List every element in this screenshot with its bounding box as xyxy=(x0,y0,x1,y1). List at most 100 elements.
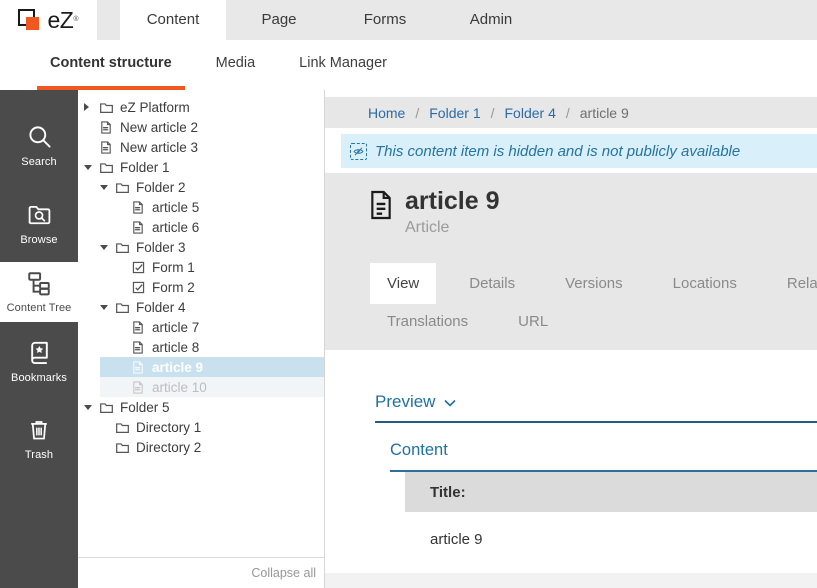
collapse-all-button[interactable]: Collapse all xyxy=(78,557,324,588)
sidebar-item-label: Search xyxy=(21,156,56,168)
topnav-tab-content[interactable]: Content xyxy=(120,0,226,40)
collapse-arrow-icon[interactable] xyxy=(84,405,99,410)
article-icon xyxy=(99,140,115,155)
tree-item-label: Folder 1 xyxy=(120,160,170,175)
article-icon xyxy=(131,220,147,235)
tree-indent xyxy=(84,277,100,297)
tree-item-new-article-2[interactable]: New article 2 xyxy=(78,117,324,137)
tree-item-inner: Directory 1 xyxy=(84,417,324,437)
tree-item-label: Folder 5 xyxy=(120,400,170,415)
tree-item-folder-3[interactable]: Folder 3 xyxy=(78,237,324,257)
breadcrumb-separator: / xyxy=(566,105,570,121)
tree-indent xyxy=(84,177,100,197)
top-tabs: Content Page Forms Admin xyxy=(120,0,544,40)
collapse-arrow-icon[interactable] xyxy=(84,165,99,170)
hidden-notice-text: This content item is hidden and is not p… xyxy=(375,143,740,160)
hidden-eye-icon xyxy=(350,143,367,160)
tree-item-article-7[interactable]: article 7 xyxy=(78,317,324,337)
tree-item-label: article 7 xyxy=(152,320,199,335)
sidebar-item-browse[interactable]: Browse xyxy=(0,184,78,262)
article-icon xyxy=(99,120,115,135)
breadcrumb-link-folder-4[interactable]: Folder 4 xyxy=(505,105,556,121)
sidebar-item-label: Browse xyxy=(20,234,57,246)
tree-indent xyxy=(84,257,100,277)
tree-item-article-9[interactable]: article 9 xyxy=(78,357,324,377)
tree-item-article-10[interactable]: article 10 xyxy=(78,377,324,397)
tree-item-folder-5[interactable]: Folder 5 xyxy=(78,397,324,417)
breadcrumb-link-folder-1[interactable]: Folder 1 xyxy=(429,105,480,121)
ez-logo[interactable]: eZ ® xyxy=(0,0,97,40)
breadcrumb-current-item: article 9 xyxy=(580,105,629,121)
expand-arrow-icon[interactable] xyxy=(84,103,99,111)
sidebar-item-trash[interactable]: Trash xyxy=(0,400,78,478)
field-label-title: Title: xyxy=(405,472,817,512)
bookmarks-icon xyxy=(26,339,53,366)
collapse-arrow-icon[interactable] xyxy=(100,245,115,250)
tab-details[interactable]: Details xyxy=(452,263,532,304)
preview-section-toggle[interactable]: Preview xyxy=(375,392,817,423)
view-tab-content: Preview Content Title: article 9 xyxy=(325,350,817,588)
trash-icon xyxy=(26,417,52,443)
tree-item-folder-4[interactable]: Folder 4 xyxy=(78,297,324,317)
main-content-area: Home / Folder 1 / Folder 4 / article 9 xyxy=(325,90,817,588)
tree-indent xyxy=(100,197,116,217)
topnav-tab-forms[interactable]: Forms xyxy=(332,0,438,40)
tree-item-directory-2[interactable]: Directory 2 xyxy=(78,437,324,457)
content-tree-panel-list: eZ Platform New article 2 New article 3 Fol… xyxy=(78,97,324,457)
content-header-block: article 9 Article View Details Versions … xyxy=(325,173,817,350)
tree-item-inner: Form 2 xyxy=(100,277,324,297)
tree-item-article-8[interactable]: article 8 xyxy=(78,337,324,357)
tab-translations[interactable]: Translations xyxy=(370,304,485,339)
tree-item-folder-2[interactable]: Folder 2 xyxy=(78,177,324,197)
sidebar-item-content-tree[interactable]: Content Tree xyxy=(0,262,78,322)
tab-url[interactable]: URL xyxy=(501,304,565,339)
tab-relations[interactable]: Relations xyxy=(770,263,817,304)
tree-item-new-article-3[interactable]: New article 3 xyxy=(78,137,324,157)
folder-icon xyxy=(115,300,131,315)
subnav-tab-content-structure[interactable]: Content structure xyxy=(37,40,185,90)
collapse-arrow-icon[interactable] xyxy=(100,305,115,310)
top-navigation-bar: eZ ® Content Page Forms Admin xyxy=(0,0,817,40)
tree-item-form-2[interactable]: Form 2 xyxy=(78,277,324,297)
sidebar-item-label: Content Tree xyxy=(7,302,72,314)
tree-item-form-1[interactable]: Form 1 xyxy=(78,257,324,277)
tab-view[interactable]: View xyxy=(370,263,436,304)
tree-item-directory-1[interactable]: Directory 1 xyxy=(78,417,324,437)
tree-item-inner: article 10 xyxy=(100,377,324,397)
logo-text: eZ xyxy=(47,7,73,34)
tab-locations[interactable]: Locations xyxy=(656,263,754,304)
tree-item-inner: New article 2 xyxy=(84,117,324,137)
tree-item-inner: article 6 xyxy=(100,217,324,237)
article-icon xyxy=(131,320,147,335)
tree-item-label: article 9 xyxy=(152,360,203,375)
tree-indent xyxy=(84,377,100,397)
tree-item-article-6[interactable]: article 6 xyxy=(78,217,324,237)
folder-icon xyxy=(115,180,131,195)
tree-item-label: Form 1 xyxy=(152,260,195,275)
sidebar-item-bookmarks[interactable]: Bookmarks xyxy=(0,322,78,400)
tab-versions[interactable]: Versions xyxy=(548,263,640,304)
content-section-heading: Content xyxy=(390,441,817,472)
topnav-tab-admin[interactable]: Admin xyxy=(438,0,544,40)
tree-indent xyxy=(84,357,100,377)
tree-item-ez-platform[interactable]: eZ Platform xyxy=(78,97,324,117)
app-window: eZ ® Content Page Forms Admin Content st… xyxy=(0,0,817,588)
tree-indent xyxy=(84,197,100,217)
tree-indent xyxy=(84,217,100,237)
sidebar-item-search[interactable]: Search xyxy=(0,106,78,184)
breadcrumb-link-home[interactable]: Home xyxy=(368,105,405,121)
tree-item-article-5[interactable]: article 5 xyxy=(78,197,324,217)
subnav-tab-link-manager[interactable]: Link Manager xyxy=(286,40,400,90)
left-icon-sidebar: Search Browse xyxy=(0,90,78,588)
tree-item-inner: eZ Platform xyxy=(84,97,324,117)
tree-indent xyxy=(84,337,100,357)
article-icon xyxy=(131,380,147,395)
subnav-tab-media[interactable]: Media xyxy=(203,40,269,90)
sidebar-item-label: Bookmarks xyxy=(11,372,67,384)
topnav-tab-page[interactable]: Page xyxy=(226,0,332,40)
content-type-label: Article xyxy=(405,219,500,237)
collapse-arrow-icon[interactable] xyxy=(100,185,115,190)
tree-item-label: New article 2 xyxy=(120,120,198,135)
tree-item-inner: article 8 xyxy=(100,337,324,357)
tree-item-folder-1[interactable]: Folder 1 xyxy=(78,157,324,177)
